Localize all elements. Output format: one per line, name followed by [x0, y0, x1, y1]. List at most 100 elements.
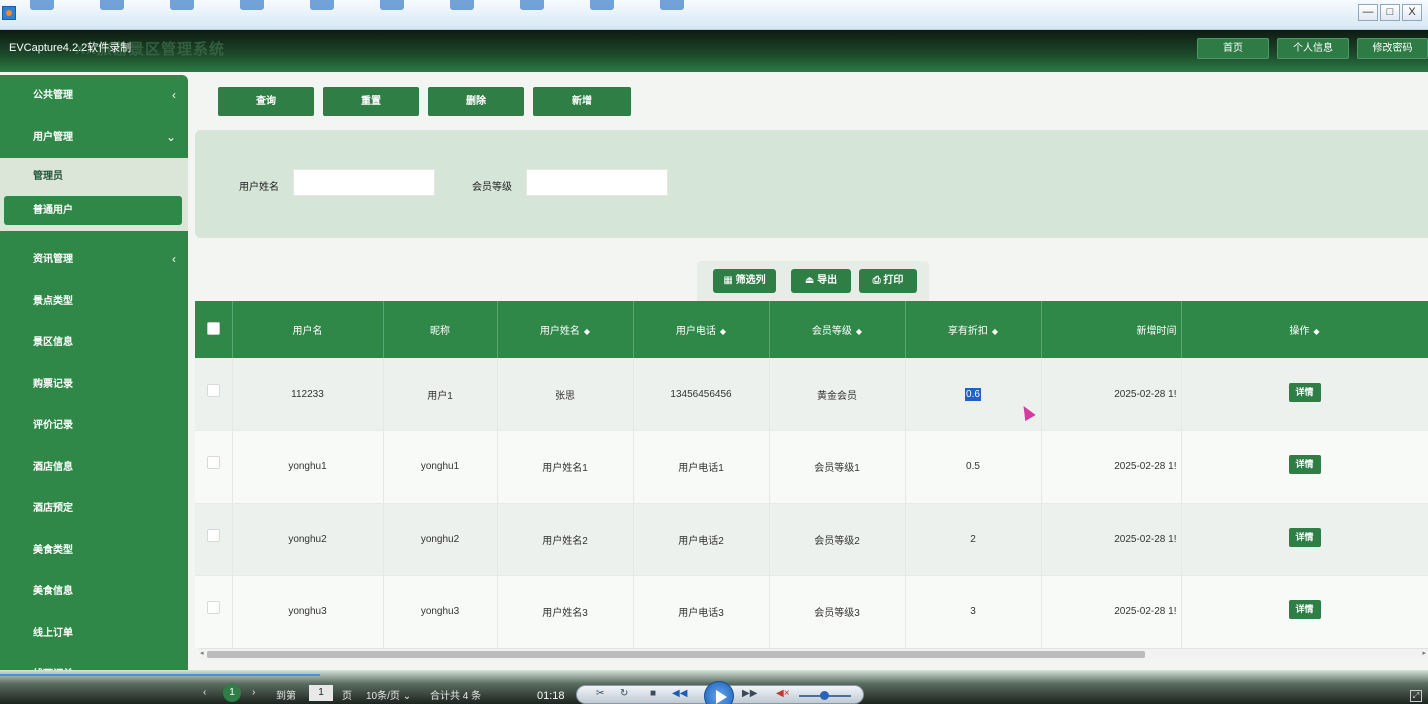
recorder-tool-icon[interactable] — [240, 0, 264, 10]
col-header-nickname: 昵称 — [383, 301, 498, 358]
chevron-down-icon: ⌄ — [402, 691, 412, 702]
cut-icon[interactable]: ✂ — [596, 688, 604, 699]
maximize-button[interactable]: □ — [1380, 4, 1400, 21]
horizontal-scrollbar[interactable]: ◂ ▸ — [199, 648, 1428, 659]
sidebar-item-spot-type[interactable]: 景点类型 — [0, 281, 188, 323]
fullscreen-icon[interactable]: ⤢ — [1410, 690, 1422, 702]
sidebar-item-news[interactable]: 资讯管理 ‹ — [0, 239, 188, 281]
row-checkbox[interactable] — [206, 601, 220, 615]
volume-mute-icon[interactable]: ◀× — [776, 688, 790, 699]
sidebar-item-online-orders[interactable]: 线上订单 — [0, 613, 188, 655]
col-header-realname[interactable]: 用户姓名 ◆ — [497, 301, 634, 358]
table-row: yonghu3 yonghu3 用户姓名3 用户电话3 会员等级3 3 2025… — [195, 575, 1428, 648]
recorder-tool-icon[interactable] — [380, 0, 404, 10]
col-header-phone[interactable]: 用户电话 ◆ — [633, 301, 770, 358]
recorder-tool-icon[interactable] — [100, 0, 124, 10]
cell-level: 黄金会员 — [769, 358, 906, 431]
export-button[interactable]: ⏏ 导出 — [791, 269, 851, 293]
realname-input[interactable] — [293, 169, 435, 196]
detail-button[interactable]: 详情 — [1288, 382, 1321, 402]
cell-phone: 13456456456 — [633, 358, 770, 431]
cell-discount: 0.5 — [905, 430, 1042, 504]
recorder-tool-icon[interactable] — [590, 0, 614, 10]
prev-page-icon[interactable]: ‹ — [203, 687, 206, 698]
sort-icon[interactable]: ◆ — [584, 327, 590, 336]
member-level-input[interactable] — [526, 169, 668, 196]
recorder-logo-icon — [2, 6, 16, 20]
recorder-tool-icon[interactable] — [450, 0, 474, 10]
detail-button[interactable]: 详情 — [1288, 600, 1321, 620]
col-header-ops[interactable]: 操作 ◆ — [1181, 301, 1428, 358]
select-all-checkbox[interactable] — [206, 321, 220, 335]
sidebar-item-food-type[interactable]: 美食类型 — [0, 530, 188, 572]
sort-icon[interactable]: ◆ — [720, 327, 726, 336]
fast-forward-icon[interactable]: ▶▶ — [742, 688, 757, 699]
page-label: 页 — [342, 691, 352, 702]
sidebar-item-hotel-booking[interactable]: 酒店预定 — [0, 488, 188, 530]
sidebar-item-review-records[interactable]: 评价记录 — [0, 405, 188, 447]
scroll-right-icon[interactable]: ▸ — [1422, 649, 1426, 657]
delete-button[interactable]: 删除 — [428, 87, 524, 116]
close-button[interactable]: X — [1402, 4, 1422, 21]
table-row: yonghu1 yonghu1 用户姓名1 用户电话1 会员等级1 0.5 20… — [195, 430, 1428, 504]
detail-button[interactable]: 详情 — [1288, 527, 1321, 547]
scrollbar-thumb[interactable] — [207, 651, 1145, 658]
cell-username: yonghu3 — [232, 575, 384, 648]
add-button[interactable]: 新增 — [533, 87, 631, 116]
sort-icon[interactable]: ◆ — [856, 327, 862, 336]
recorder-tool-icon[interactable] — [660, 0, 684, 10]
recorder-tool-icon[interactable] — [30, 0, 54, 10]
sidebar-item-user-management[interactable]: 用户管理 ⌄ — [0, 117, 188, 159]
home-button[interactable]: 首页 — [1197, 38, 1269, 59]
cell-nickname: yonghu1 — [383, 430, 498, 504]
row-checkbox[interactable] — [206, 528, 220, 542]
goto-page-input[interactable]: 1 — [309, 685, 333, 701]
cell-nickname: 用户1 — [383, 358, 498, 431]
col-header-level[interactable]: 会员等级 ◆ — [769, 301, 906, 358]
reset-button[interactable]: 重置 — [323, 87, 419, 116]
recorder-tool-icon[interactable] — [310, 0, 334, 10]
page-size-select[interactable]: 10条/页 ⌄ — [366, 687, 411, 702]
sidebar-item-ticket-records[interactable]: 购票记录 — [0, 364, 188, 406]
cell-realname: 用户姓名2 — [497, 503, 634, 576]
query-button[interactable]: 查询 — [218, 87, 314, 116]
cell-level: 会员等级1 — [769, 430, 906, 504]
cell-realname: 用户姓名3 — [497, 575, 634, 648]
chevron-left-icon: ‹ — [172, 252, 176, 266]
next-page-icon[interactable]: › — [252, 687, 255, 698]
print-button[interactable]: ⎙ 打印 — [859, 269, 917, 293]
recorder-tool-icon[interactable] — [520, 0, 544, 10]
recording-time: 01:18 — [537, 690, 565, 702]
rewind-icon[interactable]: ◀◀ — [672, 688, 687, 699]
cell-discount: 2 — [905, 503, 1042, 576]
play-icon[interactable] — [704, 681, 734, 704]
cell-created: 2025-02-28 1! — [1041, 358, 1182, 431]
sidebar-item-spot-info[interactable]: 景区信息 — [0, 322, 188, 364]
page-number-current[interactable]: 1 — [223, 684, 241, 702]
row-checkbox[interactable] — [206, 383, 220, 397]
minimize-button[interactable]: — — [1358, 4, 1378, 21]
volume-knob[interactable] — [820, 691, 829, 700]
sort-icon[interactable]: ◆ — [1313, 327, 1319, 336]
cell-username: yonghu1 — [232, 430, 384, 504]
cell-phone: 用户电话1 — [633, 430, 770, 504]
sidebar-item-hotel-info[interactable]: 酒店信息 — [0, 447, 188, 489]
scroll-left-icon[interactable]: ◂ — [200, 649, 204, 657]
sort-icon[interactable]: ◆ — [992, 327, 998, 336]
filter-columns-button[interactable]: ▦ 筛选列 — [713, 269, 776, 293]
sidebar-item-food-info[interactable]: 美食信息 — [0, 571, 188, 613]
cell-created: 2025-02-28 1! — [1041, 430, 1182, 504]
change-password-button[interactable]: 修改密码 — [1357, 38, 1428, 59]
row-checkbox[interactable] — [206, 456, 220, 470]
sidebar-item-normal-user[interactable]: 普通用户 — [4, 196, 182, 225]
stop-icon[interactable]: ■ — [650, 688, 656, 699]
refresh-icon[interactable]: ↻ — [620, 688, 628, 699]
col-header-discount[interactable]: 享有折扣 ◆ — [905, 301, 1042, 358]
chevron-down-icon: ⌄ — [165, 129, 176, 144]
profile-button[interactable]: 个人信息 — [1277, 38, 1349, 59]
recorder-tool-icon[interactable] — [170, 0, 194, 10]
sidebar-item-public[interactable]: 公共管理 ‹ — [0, 75, 188, 117]
sidebar-item-admin[interactable]: 管理员 — [4, 158, 182, 196]
col-header-username: 用户名 — [232, 301, 384, 358]
detail-button[interactable]: 详情 — [1288, 455, 1321, 475]
